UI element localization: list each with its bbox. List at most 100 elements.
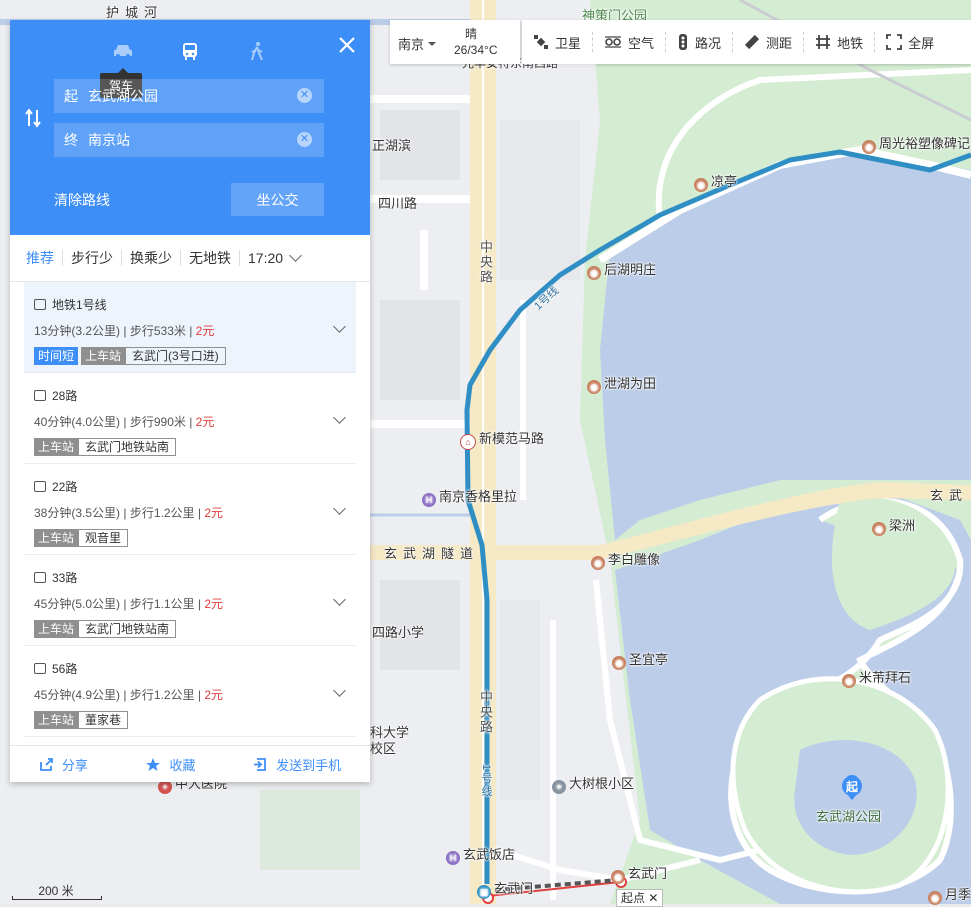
map-poi-shangrila[interactable]: H 南京香格里拉 [422, 486, 517, 507]
bus-icon [183, 43, 197, 60]
favorite-button[interactable]: 收藏 [145, 755, 195, 774]
subway-map-icon [816, 35, 831, 49]
map-poi-xiehu[interactable]: ◉ 泄湖为田 [587, 373, 656, 394]
route-meta: 45分钟(5.0公里) | 步行1.1公里 | 2元 [34, 597, 224, 611]
tool-measure-label: 测距 [766, 35, 793, 51]
map-scale: 200 米 [12, 882, 102, 900]
start-input[interactable]: 起 玄武湖公园 ✕ [54, 79, 324, 113]
start-pin-label[interactable]: 起 [846, 778, 858, 795]
mode-drive-button[interactable] [110, 38, 136, 64]
board-station: 玄武门地铁站南 [78, 620, 177, 638]
map-label-xuanwupark: 玄武湖公园 [816, 809, 882, 824]
hospital-icon: + [158, 780, 172, 794]
end-input[interactable]: 终 南京站 ✕ [54, 123, 324, 157]
landmark-icon: ◉ [694, 178, 708, 192]
board-label: 上车站 [34, 438, 79, 456]
landmark-icon: ◉ [928, 891, 942, 905]
board-station: 玄武门地铁站南 [78, 438, 177, 456]
swap-button[interactable] [24, 108, 42, 128]
clear-route-button[interactable]: 清除路线 [54, 190, 110, 210]
time-value: 17:20 [248, 250, 284, 266]
air-icon [605, 36, 622, 48]
route-option[interactable]: 33路 45分钟(5.0公里) | 步行1.1公里 | 2元 上车站 玄武门地铁站… [24, 555, 356, 646]
map-poi-mifu[interactable]: ◉ 米芾拜石 [842, 667, 911, 688]
filter-no-subway[interactable]: 无地铁 [181, 250, 240, 266]
landmark-icon: ◉ [862, 140, 876, 154]
mode-bus-button[interactable] [177, 38, 203, 64]
route-option[interactable]: 56路 45分钟(4.9公里) | 步行1.2公里 | 2元 上车站 董家巷 [24, 646, 356, 737]
tool-fullscreen[interactable]: 全屏 [875, 32, 945, 52]
map-poi-zhougy[interactable]: ◉ 周光裕塑像碑记 [862, 133, 970, 154]
map-poi-xuanwumen-subway[interactable]: ▣ 玄武门 [477, 878, 533, 899]
satellite-icon [534, 35, 548, 49]
map-poi-liangting[interactable]: ◉ 凉亭 [694, 171, 737, 192]
weather-temp: 26/34°C [454, 43, 498, 57]
map-label-line1-south: 1号线 [480, 764, 492, 799]
board-label: 上车站 [34, 620, 79, 638]
tool-traffic[interactable]: 路况 [666, 32, 734, 52]
bus-icon [34, 481, 46, 492]
map-label-zhongyang-south: 中央路 [478, 690, 493, 735]
clear-start-icon[interactable]: ✕ [297, 88, 312, 103]
board-label: 上车站 [34, 529, 79, 547]
filter-recommend[interactable]: 推荐 [18, 250, 63, 266]
start-tag: 起 [64, 88, 78, 104]
send-label: 发送到手机 [276, 757, 342, 773]
start-point-popup[interactable]: 起点 ✕ [616, 889, 664, 907]
tool-subway[interactable]: 地铁 [804, 32, 876, 52]
map-poi-xinmofan[interactable]: ⌂ 新模范马路 [460, 428, 544, 450]
route-panel-footer: 分享 收藏 发送到手机 [10, 745, 370, 782]
clear-end-icon[interactable]: ✕ [297, 132, 312, 147]
traffic-light-icon [679, 34, 688, 50]
start-value: 玄武湖公园 [88, 88, 158, 104]
tool-air[interactable]: 空气 [593, 32, 667, 52]
end-tag: 终 [64, 132, 78, 148]
landmark-icon: ◉ [842, 674, 856, 688]
map-poi-shengyi[interactable]: ◉ 圣宜亭 [612, 649, 668, 670]
send-to-phone-button[interactable]: 发送到手机 [253, 755, 341, 774]
ruler-icon [744, 34, 760, 50]
route-option[interactable]: 22路 38分钟(3.5公里) | 步行1.2公里 | 2元 上车站 观音里 [24, 464, 356, 555]
route-filters: 推荐 步行少 换乘少 无地铁 17:20 [10, 235, 370, 282]
map-poi-fandian[interactable]: H 玄武饭店 [446, 844, 515, 865]
tool-fullscreen-label: 全屏 [908, 35, 935, 51]
close-panel-button[interactable] [338, 36, 356, 54]
filter-less-transfer[interactable]: 换乘少 [122, 250, 181, 266]
filter-less-walk[interactable]: 步行少 [63, 250, 122, 266]
favorite-label: 收藏 [169, 757, 196, 773]
map-poi-dashugen[interactable]: ⌖ 大树根小区 [552, 773, 634, 794]
hotel-icon: H [446, 851, 460, 865]
close-icon[interactable]: ✕ [648, 891, 658, 905]
map-poi-xuanwumen[interactable]: ◉ 玄武门 [611, 863, 667, 884]
route-option[interactable]: 地铁1号线 13分钟(3.2公里) | 步行533米 | 2元 时间短 上车站 玄武… [24, 282, 356, 373]
city-select[interactable]: 南京 [398, 34, 437, 53]
route-option[interactable]: 28路 40分钟(4.0公里) | 步行990米 | 2元 上车站 玄武门地铁站南 [24, 373, 356, 464]
mode-walk-button[interactable] [244, 38, 270, 64]
board-station: 董家巷 [78, 711, 129, 729]
time-select[interactable]: 17:20 [240, 249, 308, 266]
map-label-zhongyang: 中央路 [478, 240, 493, 285]
star-icon [146, 757, 161, 771]
end-value: 南京站 [88, 132, 130, 148]
route-meta: 13分钟(3.2公里) | 步行533米 | 2元 [34, 324, 215, 338]
route-title: 地铁1号线 [52, 298, 107, 312]
fastest-badge: 时间短 [34, 347, 79, 365]
share-button[interactable]: 分享 [39, 755, 88, 774]
board-label: 上车站 [81, 347, 126, 365]
home-icon: ⌂ [460, 434, 476, 450]
city-name: 南京 [398, 37, 425, 52]
weather-condition: 晴 [465, 27, 478, 41]
landmark-icon: ◉ [872, 522, 886, 536]
search-bus-button[interactable]: 坐公交 [231, 183, 324, 216]
map-poi-houhu[interactable]: ◉ 后湖明庄 [587, 259, 656, 280]
tool-subway-label: 地铁 [837, 35, 864, 51]
scale-bar [12, 896, 102, 900]
subway-icon: ▣ [477, 885, 491, 899]
tool-satellite[interactable]: 卫星 [522, 32, 594, 52]
map-poi-libai[interactable]: ◉ 李白雕像 [591, 549, 660, 570]
board-station: 玄武门(3号口进) [125, 347, 226, 365]
route-meta: 38分钟(3.5公里) | 步行1.2公里 | 2元 [34, 506, 224, 520]
map-poi-yueji[interactable]: ◉ 月季 [928, 884, 971, 905]
tool-measure[interactable]: 测距 [733, 32, 805, 52]
map-poi-liangzhou[interactable]: ◉ 梁洲 [872, 515, 915, 536]
